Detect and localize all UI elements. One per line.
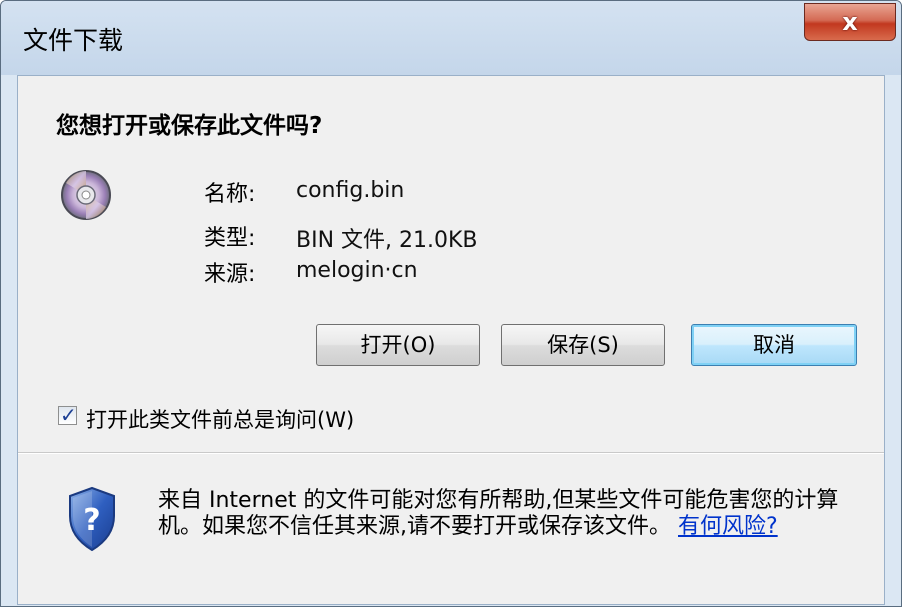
checkmark-icon: ✓ bbox=[60, 403, 77, 427]
file-source-label: 来源: bbox=[204, 262, 256, 287]
title-bar[interactable]: 文件下载 x bbox=[1, 1, 901, 75]
dialog-body: 您想打开或保存此文件吗? 名称: config.bin 类型: BIN 文件, … bbox=[17, 75, 885, 605]
what-is-the-risk-link[interactable]: 有何风险? bbox=[678, 514, 778, 539]
open-button[interactable]: 打开(O) bbox=[316, 324, 480, 366]
close-button[interactable]: x bbox=[804, 3, 896, 41]
disc-icon bbox=[61, 170, 111, 220]
shield-question-icon: ? bbox=[69, 486, 115, 552]
file-name-label: 名称: bbox=[204, 182, 256, 207]
security-warning: 来自 Internet 的文件可能对您有所帮助,但某些文件可能危害您的计算机。如… bbox=[158, 488, 858, 540]
close-icon: x bbox=[842, 8, 858, 36]
prompt-question: 您想打开或保存此文件吗? bbox=[56, 113, 323, 139]
file-download-dialog: 文件下载 x 您想打开或保存此文件吗? 名称: config.bin 类型: B… bbox=[0, 0, 902, 607]
always-ask-checkbox[interactable]: ✓ bbox=[58, 403, 77, 427]
save-button[interactable]: 保存(S) bbox=[501, 324, 665, 366]
always-ask-label[interactable]: 打开此类文件前总是询问(W) bbox=[86, 404, 354, 434]
file-name-value: config.bin bbox=[296, 178, 405, 203]
file-type-value: BIN 文件, 21.0KB bbox=[296, 228, 478, 253]
window-title: 文件下载 bbox=[23, 26, 124, 55]
file-type-label: 类型: bbox=[204, 226, 256, 251]
svg-text:?: ? bbox=[83, 503, 100, 538]
cancel-button[interactable]: 取消 bbox=[691, 324, 857, 366]
file-source-value: melogin·cn bbox=[296, 258, 418, 283]
divider bbox=[18, 452, 884, 454]
